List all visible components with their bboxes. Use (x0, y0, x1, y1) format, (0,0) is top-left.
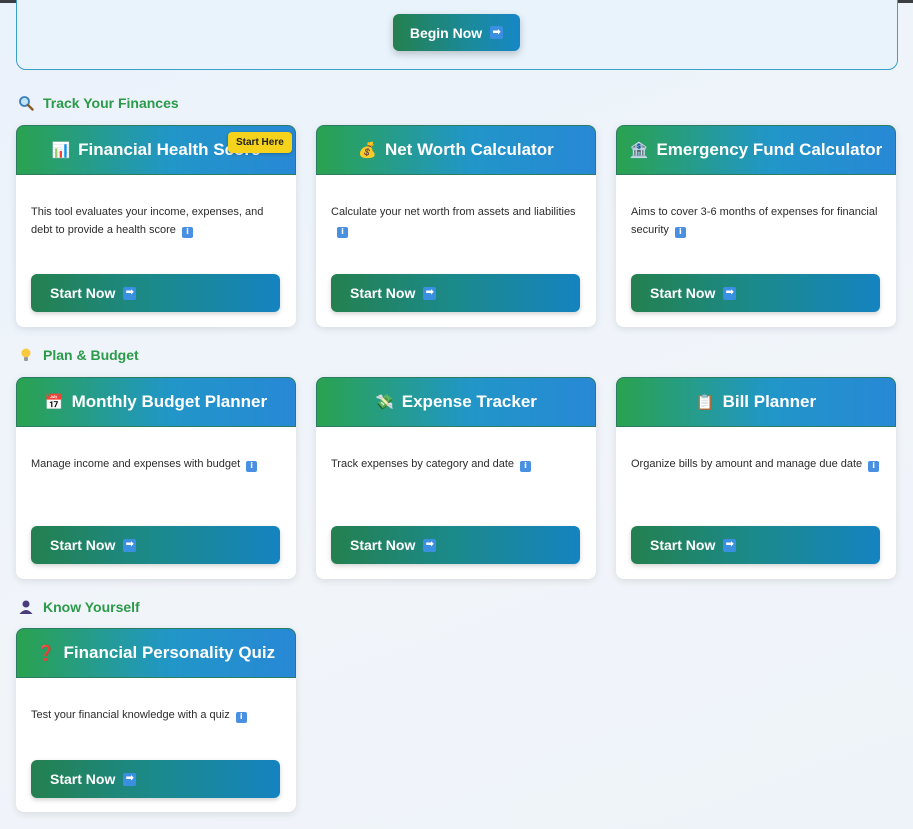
arrow-right-icon: ➡ (723, 538, 737, 552)
info-icon[interactable]: i (181, 226, 193, 238)
start-now-button[interactable]: Start Now ➡ (331, 526, 580, 564)
card-title: Monthly Budget Planner (71, 392, 268, 411)
card-description: Organize bills by amount and manage due … (631, 455, 883, 473)
arrow-right-icon: ➡ (123, 772, 137, 786)
description-text: Test your financial knowledge with a qui… (31, 709, 230, 721)
card-financial-health-score: 📊 Financial Health Score Start Here This… (16, 125, 296, 327)
card-title: Emergency Fund Calculator (656, 140, 883, 159)
card-emergency-fund-calculator: 🏦 Emergency Fund Calculator Aims to cove… (616, 125, 896, 327)
start-now-button[interactable]: Start Now ➡ (31, 274, 280, 312)
card-header: 🏦 Emergency Fund Calculator (616, 125, 896, 175)
info-icon[interactable]: i (674, 226, 686, 238)
person-icon (18, 599, 34, 615)
card-header: 💰 Net Worth Calculator (316, 125, 596, 175)
card-description: Manage income and expenses with budget i (31, 455, 283, 473)
section-plan-budget: Plan & Budget (18, 347, 139, 363)
begin-now-label: Begin Now (409, 24, 483, 41)
card-description: Track expenses by category and date i (331, 455, 583, 473)
card-header: 📅 Monthly Budget Planner (16, 377, 296, 427)
start-now-label: Start Now (650, 285, 716, 301)
card-monthly-budget-planner: 📅 Monthly Budget Planner Manage income a… (16, 377, 296, 579)
card-net-worth-calculator: 💰 Net Worth Calculator Calculate your ne… (316, 125, 596, 327)
arrow-right-icon: ➡ (723, 286, 737, 300)
start-now-label: Start Now (650, 537, 716, 553)
info-icon[interactable]: i (337, 226, 348, 238)
bank-icon: 🏦 (629, 141, 649, 159)
lightbulb-icon (18, 347, 34, 363)
start-here-badge: Start Here (228, 132, 292, 153)
arrow-right-icon: ➡ (423, 286, 437, 300)
card-title: Expense Tracker (401, 392, 537, 411)
arrow-right-icon: ➡ (123, 538, 137, 552)
card-financial-personality-quiz: ❓ Financial Personality Quiz Test your f… (16, 628, 296, 812)
info-icon[interactable]: i (246, 460, 258, 472)
description-text: Aims to cover 3-6 months of expenses for… (631, 206, 878, 236)
start-now-button[interactable]: Start Now ➡ (31, 760, 280, 798)
start-now-button[interactable]: Start Now ➡ (31, 526, 280, 564)
section-track-finances: Track Your Finances (18, 95, 179, 111)
description-text: Calculate your net worth from assets and… (331, 206, 576, 218)
card-description: This tool evaluates your income, expense… (31, 203, 283, 239)
card-title: Net Worth Calculator (384, 140, 554, 159)
card-title: Financial Personality Quiz (63, 643, 276, 662)
calendar-icon: 📅 (44, 393, 64, 411)
card-header: 📋 Bill Planner (616, 377, 896, 427)
bar-chart-icon: 📊 (51, 141, 71, 159)
start-now-label: Start Now (350, 285, 416, 301)
section-know-yourself: Know Yourself (18, 599, 140, 615)
card-description: Test your financial knowledge with a qui… (31, 706, 283, 724)
description-text: Organize bills by amount and manage due … (631, 458, 863, 470)
card-title: Bill Planner (722, 392, 817, 411)
arrow-right-icon: ➡ (490, 26, 504, 39)
card-description: Calculate your net worth from assets and… (331, 203, 583, 239)
description-text: Track expenses by category and date (331, 458, 515, 470)
arrow-right-icon: ➡ (123, 286, 137, 300)
info-icon[interactable]: i (235, 711, 247, 723)
description-text: Manage income and expenses with budget (31, 458, 241, 470)
magnifier-icon (18, 95, 34, 111)
start-now-button[interactable]: Start Now ➡ (631, 526, 880, 564)
start-now-button[interactable]: Start Now ➡ (331, 274, 580, 312)
card-header: ❓ Financial Personality Quiz (16, 628, 296, 678)
info-icon[interactable]: i (520, 460, 532, 472)
money-wings-icon: 💸 (375, 393, 394, 411)
section-title-label: Plan & Budget (43, 347, 139, 363)
info-icon[interactable]: i (868, 460, 880, 472)
start-now-button[interactable]: Start Now ➡ (631, 274, 880, 312)
question-mark-icon: ❓ (36, 644, 56, 662)
start-now-label: Start Now (50, 285, 116, 301)
section-title-label: Track Your Finances (43, 95, 179, 111)
card-bill-planner: 📋 Bill Planner Organize bills by amount … (616, 377, 896, 579)
clipboard-icon: 📋 (695, 393, 715, 411)
description-text: This tool evaluates your income, expense… (31, 206, 264, 236)
begin-now-button[interactable]: Begin Now ➡ (393, 14, 520, 51)
start-now-label: Start Now (350, 537, 416, 553)
arrow-right-icon: ➡ (423, 538, 437, 552)
start-now-label: Start Now (50, 537, 116, 553)
section-title-label: Know Yourself (43, 599, 140, 615)
start-now-label: Start Now (50, 771, 116, 787)
money-bag-icon: 💰 (358, 141, 377, 159)
card-expense-tracker: 💸 Expense Tracker Track expenses by cate… (316, 377, 596, 579)
card-header: 💸 Expense Tracker (316, 377, 596, 427)
card-description: Aims to cover 3-6 months of expenses for… (631, 203, 883, 239)
